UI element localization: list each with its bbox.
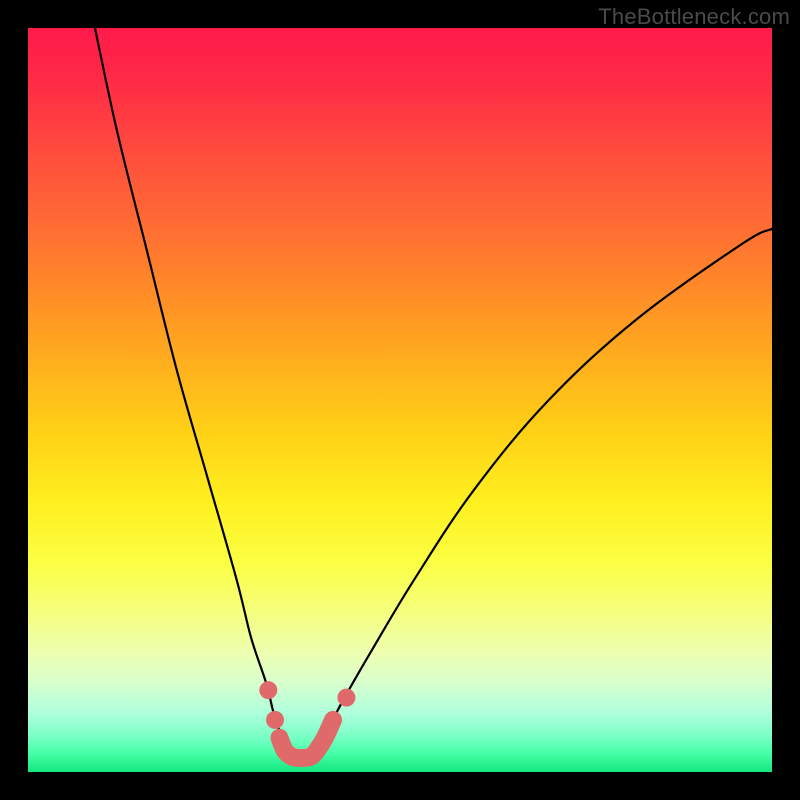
curve-layer: [28, 28, 772, 772]
plot-area: [28, 28, 772, 772]
attribution-text: TheBottleneck.com: [598, 4, 790, 30]
marker-right-upper: [337, 689, 355, 707]
chart-frame: TheBottleneck.com: [0, 0, 800, 800]
marker-left-lower: [266, 711, 284, 729]
marker-left-upper: [259, 681, 277, 699]
bottleneck-curve: [95, 28, 772, 758]
trough-highlight: [279, 720, 333, 758]
